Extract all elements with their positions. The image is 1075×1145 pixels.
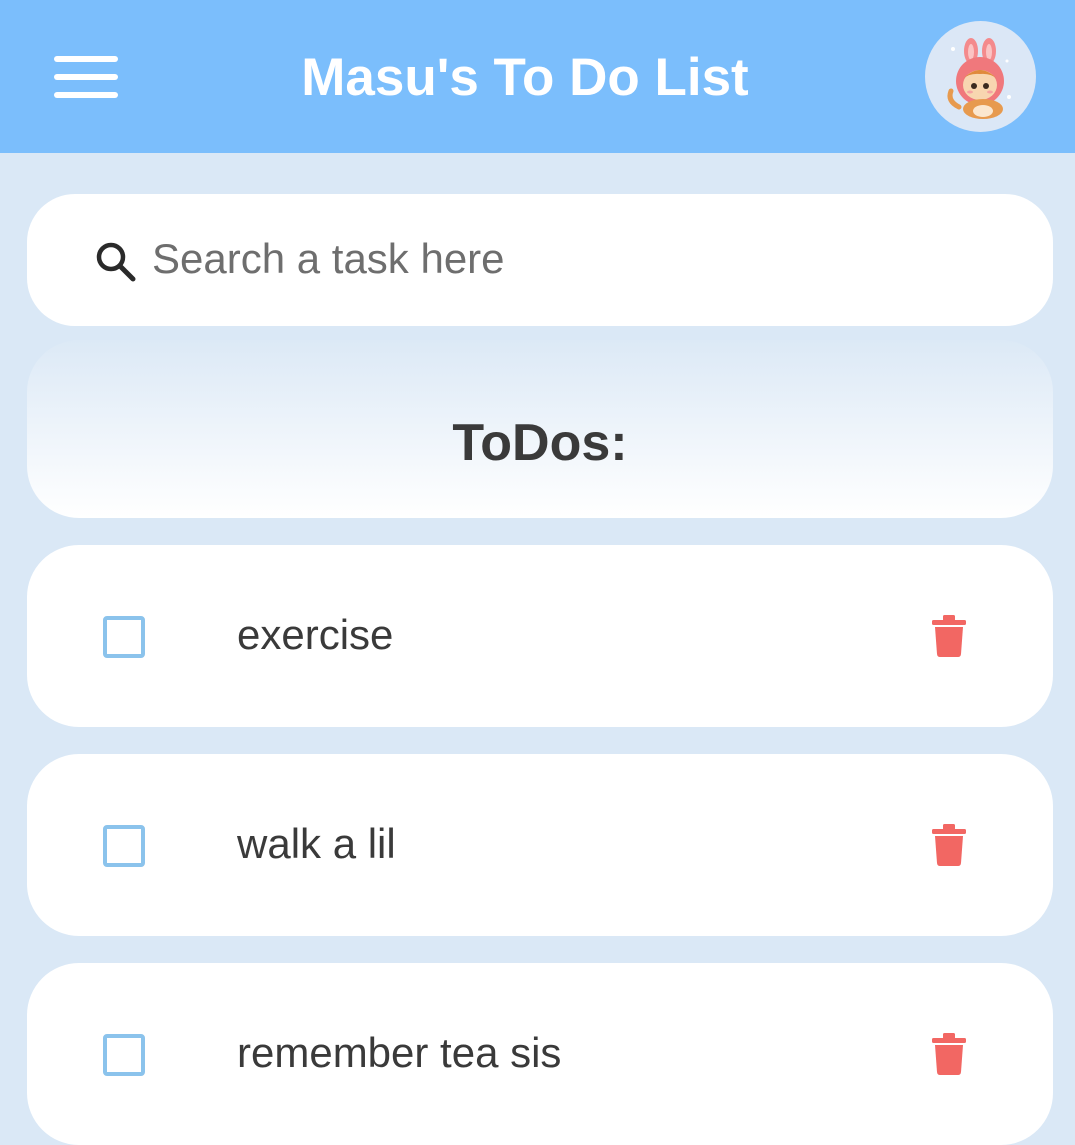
todo-item: exercise: [27, 545, 1053, 727]
todo-checkbox[interactable]: [103, 616, 145, 658]
todo-label: exercise: [237, 611, 394, 658]
avatar[interactable]: [925, 21, 1036, 132]
app-bar: Masu's To Do List: [0, 0, 1075, 153]
todo-label: remember tea sis: [237, 1029, 562, 1076]
todo-checkbox[interactable]: [103, 1034, 145, 1076]
search-icon: [96, 242, 136, 282]
trash-icon[interactable]: [932, 615, 966, 657]
avatar-image: [947, 38, 1011, 119]
trash-icon[interactable]: [932, 824, 966, 866]
search-input[interactable]: [152, 228, 972, 290]
todos-heading: ToDos:: [452, 414, 628, 472]
trash-icon[interactable]: [932, 1033, 966, 1075]
todo-checkbox[interactable]: [103, 825, 145, 867]
app-title: Masu's To Do List: [301, 48, 749, 107]
todo-item: remember tea sis: [27, 963, 1053, 1145]
hamburger-menu-icon[interactable]: [54, 56, 118, 98]
todo-label: walk a lil: [237, 820, 396, 867]
todo-item: walk a lil: [27, 754, 1053, 936]
